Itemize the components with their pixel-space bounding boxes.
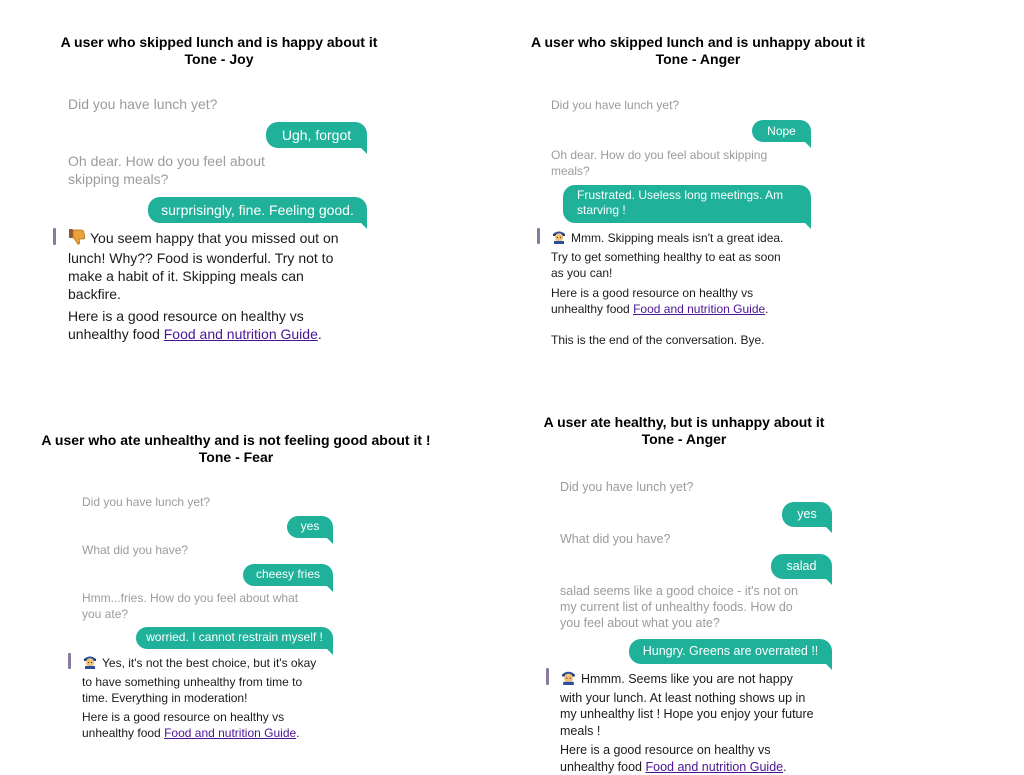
panel-title: A user who skipped lunch and is happy ab…	[40, 34, 398, 68]
bot-response-text: Hmmm. Seems like you are not happy with …	[560, 668, 815, 739]
panel-title-line1: A user who ate unhealthy and is not feel…	[41, 432, 431, 448]
nutrition-guide-link[interactable]: Food and nutrition Guide	[164, 326, 318, 342]
panel-title-line1: A user who skipped lunch and is unhappy …	[531, 34, 865, 50]
bot-question: Did you have lunch yet?	[82, 495, 211, 509]
resource-line: Here is a good resource on healthy vs un…	[82, 709, 300, 741]
user-reply-bubble: Ugh, forgot	[266, 122, 367, 154]
bot-response: Hmmm. Seems like you are not happy with …	[560, 668, 815, 775]
bot-question: Did you have lunch yet?	[68, 96, 218, 112]
bot-question: Oh dear. How do you feel about skipping …	[551, 148, 768, 178]
user-reply-bubble: Hungry. Greens are overrated !!	[629, 639, 832, 670]
panel-title-line2: Tone - Anger	[655, 51, 741, 67]
panel-title-line1: A user who skipped lunch and is happy ab…	[60, 34, 378, 50]
resource-line: Here is a good resource on healthy vs un…	[68, 308, 322, 342]
bot-question: Oh dear. How do you feel about skipping …	[68, 153, 265, 187]
user-reply-bubble: surprisingly, fine. Feeling good.	[148, 197, 367, 229]
panel-title: A user who skipped lunch and is unhappy …	[518, 34, 878, 68]
bot-question: Did you have lunch yet?	[560, 480, 694, 494]
user-reply-bubble: Nope	[752, 120, 811, 148]
response-marker-bar	[546, 668, 549, 685]
nutrition-guide-link[interactable]: Food and nutrition Guide	[164, 726, 296, 740]
panel-title: A user who ate unhealthy and is not feel…	[36, 432, 436, 466]
bot-response: Mmm. Skipping meals isn't a great idea. …	[551, 228, 791, 348]
resource-line: Here is a good resource on healthy vs un…	[560, 743, 787, 774]
panel-title: A user ate healthy, but is unhappy about…	[534, 414, 834, 448]
resource-line: Here is a good resource on healthy vs un…	[551, 285, 769, 317]
user-reply-bubble: salad	[771, 554, 832, 585]
bot-question: salad seems like a good choice - it's no…	[560, 584, 798, 630]
response-marker-bar	[53, 228, 56, 245]
user-reply-bubble: cheesy fries	[243, 564, 333, 592]
bot-question: What did you have?	[560, 532, 671, 546]
nutrition-guide-link[interactable]: Food and nutrition Guide	[633, 302, 765, 316]
bot-response-text: You seem happy that you missed out on lu…	[68, 228, 339, 302]
thumbs-down-icon	[68, 228, 86, 249]
panel-title-line2: Tone - Anger	[641, 431, 727, 447]
police-officer-icon	[551, 228, 567, 249]
conversation-ending: This is the end of the conversation. Bye…	[551, 332, 765, 347]
bot-question: What did you have?	[82, 543, 189, 557]
nutrition-guide-link[interactable]: Food and nutrition Guide	[646, 760, 784, 774]
bot-question: Hmm...fries. How do you feel about what …	[82, 591, 299, 621]
panel-title-line2: Tone - Fear	[198, 449, 274, 465]
user-reply-bubble: Frustrated. Useless long meetings. Am st…	[563, 185, 811, 229]
bot-response: You seem happy that you missed out on lu…	[68, 228, 358, 343]
response-marker-bar	[537, 228, 540, 244]
bot-response-text: Mmm. Skipping meals isn't a great idea. …	[551, 228, 791, 282]
user-reply-bubble: worried. I cannot restrain myself !	[136, 627, 333, 655]
police-officer-icon	[82, 653, 98, 674]
bot-response: Yes, it's not the best choice, but it's …	[82, 653, 317, 742]
user-reply-bubble: yes	[287, 516, 333, 544]
police-officer-icon	[560, 668, 577, 690]
user-reply-bubble: yes	[782, 502, 832, 533]
bot-question: Did you have lunch yet?	[551, 98, 680, 112]
response-marker-bar	[68, 653, 71, 669]
panel-title-line1: A user ate healthy, but is unhappy about…	[543, 414, 825, 430]
bot-response-text: Yes, it's not the best choice, but it's …	[82, 653, 317, 707]
panel-title-line2: Tone - Joy	[184, 51, 254, 67]
